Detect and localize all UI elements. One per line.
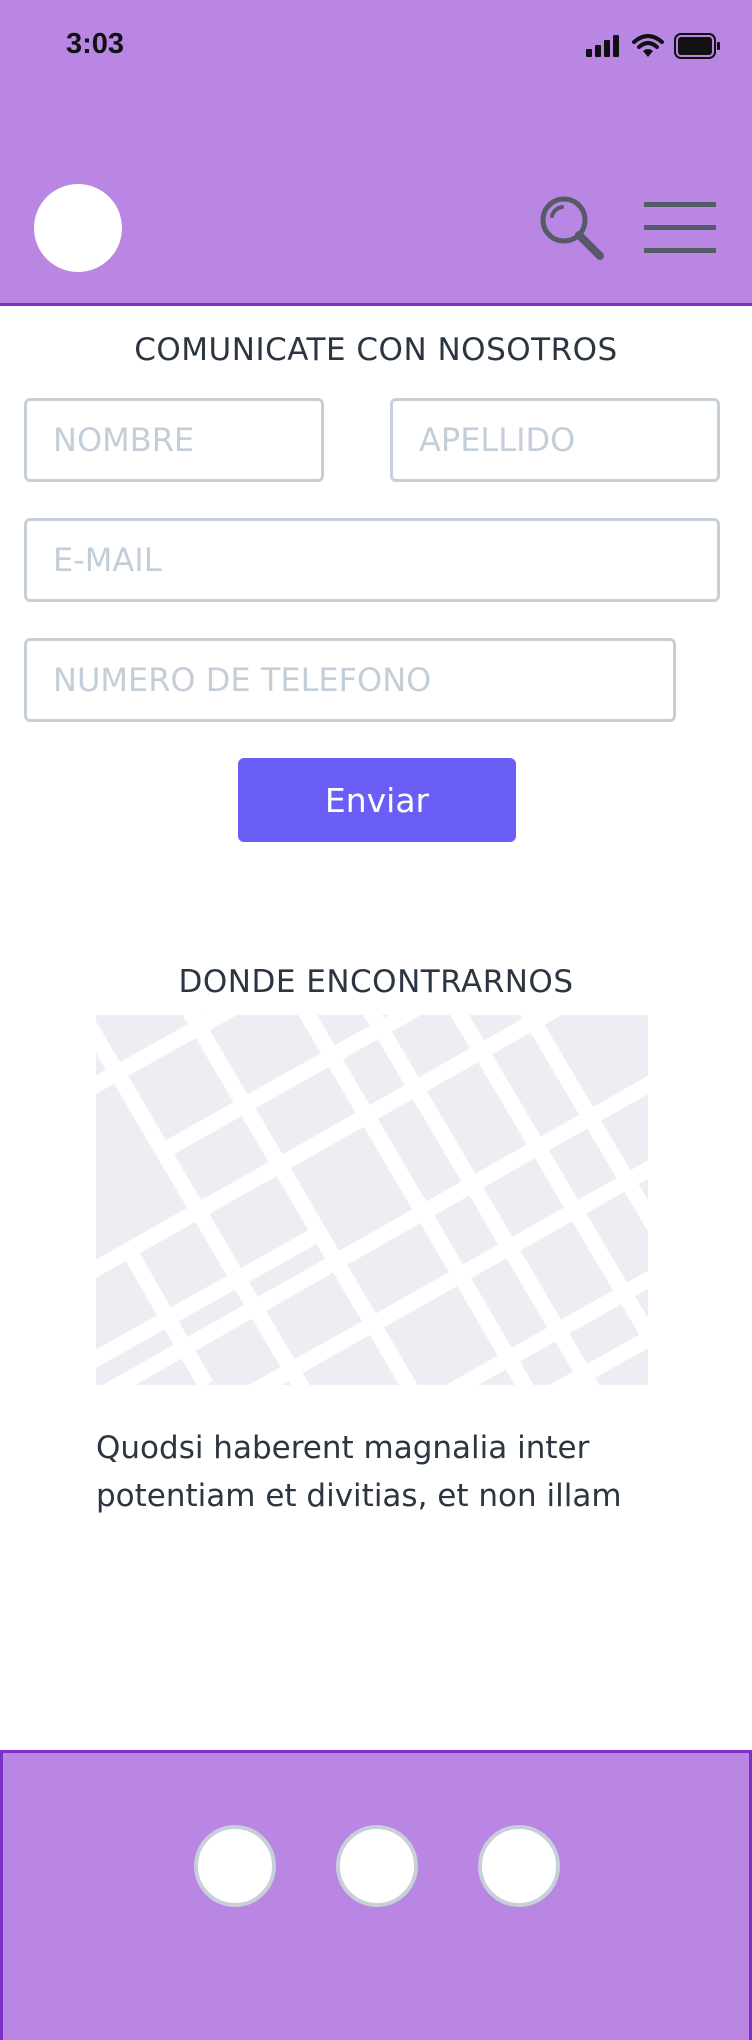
contact-title: COMUNICATE CON NOSOTROS bbox=[134, 332, 618, 368]
status-icons bbox=[586, 32, 720, 60]
email-input[interactable] bbox=[24, 518, 720, 602]
footer-link-3[interactable] bbox=[478, 1825, 560, 1907]
footer-link-2[interactable] bbox=[336, 1825, 418, 1907]
last-name-input[interactable] bbox=[390, 398, 720, 482]
first-name-input[interactable] bbox=[24, 398, 324, 482]
location-description: Quodsi haberent magnalia inter potentiam… bbox=[96, 1430, 622, 1514]
phone-input[interactable] bbox=[24, 638, 676, 722]
app-header: 3:03 bbox=[0, 0, 752, 306]
location-title: DONDE ENCONTRARNOS bbox=[178, 964, 574, 1000]
status-time: 3:03 bbox=[66, 28, 125, 60]
signal-icon bbox=[586, 35, 619, 57]
battery-icon bbox=[674, 33, 720, 59]
map[interactable] bbox=[96, 1015, 648, 1385]
hamburger-menu-icon[interactable] bbox=[644, 200, 716, 256]
send-button[interactable]: Enviar bbox=[238, 758, 516, 842]
footer-link-1[interactable] bbox=[194, 1825, 276, 1907]
avatar[interactable] bbox=[34, 184, 122, 272]
footer bbox=[0, 1750, 752, 2040]
wifi-icon bbox=[632, 34, 664, 57]
search-icon[interactable] bbox=[538, 194, 604, 260]
